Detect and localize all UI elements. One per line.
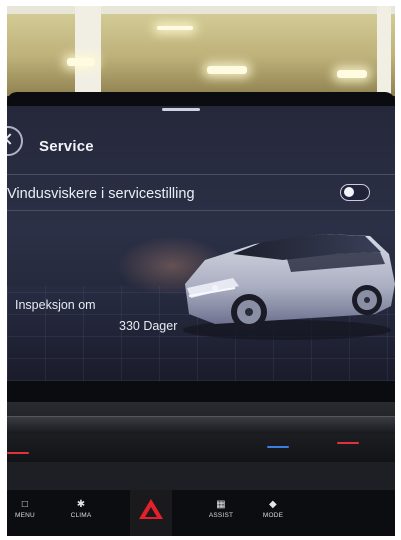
ceiling-light xyxy=(157,26,193,30)
wiper-service-label: Vindusviskere i servicestilling xyxy=(7,186,195,202)
inspection-days-value: 330 Dager xyxy=(119,319,178,333)
ceiling-beam xyxy=(7,6,395,14)
page-title: Service xyxy=(39,138,94,155)
car-image xyxy=(183,234,395,340)
menu-button-label: MENU xyxy=(15,512,35,519)
inspection-label: Inspeksjon om xyxy=(15,298,96,312)
bottom-button-bar: □ MENU ✱ CLIMA ▦ ASSIST ◆ MODE xyxy=(7,490,395,536)
console-trim xyxy=(7,462,395,490)
divider xyxy=(7,210,395,211)
car-assist-icon: ▦ xyxy=(216,499,226,510)
assist-button[interactable]: ▦ ASSIST xyxy=(197,498,245,528)
back-icon xyxy=(7,133,16,145)
ceiling-light xyxy=(207,66,247,74)
mode-button[interactable]: ◆ MODE xyxy=(249,498,297,528)
divider xyxy=(7,174,395,175)
clima-button-label: CLIMA xyxy=(70,512,92,519)
scroll-indicator xyxy=(162,108,200,111)
parking-menu-icon: □ xyxy=(21,499,29,510)
ceiling-pillar xyxy=(377,6,391,94)
clima-button[interactable]: ✱ CLIMA xyxy=(57,498,105,528)
status-led xyxy=(337,442,359,444)
car-mode-icon: ◆ xyxy=(269,499,277,510)
status-led xyxy=(267,446,289,448)
climate-slider-panel xyxy=(7,402,395,462)
hazard-icon-inner xyxy=(145,507,157,517)
photo-frame: Service Vindusviskere i servicestilling xyxy=(7,6,395,536)
status-led xyxy=(7,452,29,454)
ceiling-light xyxy=(337,70,367,78)
ceiling-light xyxy=(67,58,95,66)
mode-button-label: MODE xyxy=(262,512,284,519)
wiper-service-row[interactable]: Vindusviskere i servicestilling xyxy=(7,180,395,210)
wiper-service-toggle[interactable] xyxy=(340,184,370,201)
toggle-knob xyxy=(344,187,354,197)
assist-button-label: ASSIST xyxy=(208,512,234,519)
ceiling-pillar xyxy=(75,6,101,94)
back-button[interactable] xyxy=(7,126,23,156)
menu-button[interactable]: □ MENU xyxy=(7,498,49,528)
touch-slider[interactable] xyxy=(7,416,395,434)
fan-icon: ✱ xyxy=(76,499,86,510)
infotainment-screen: Service Vindusviskere i servicestilling xyxy=(7,106,395,381)
hazard-button[interactable] xyxy=(130,490,172,536)
garage-ceiling xyxy=(7,6,395,96)
